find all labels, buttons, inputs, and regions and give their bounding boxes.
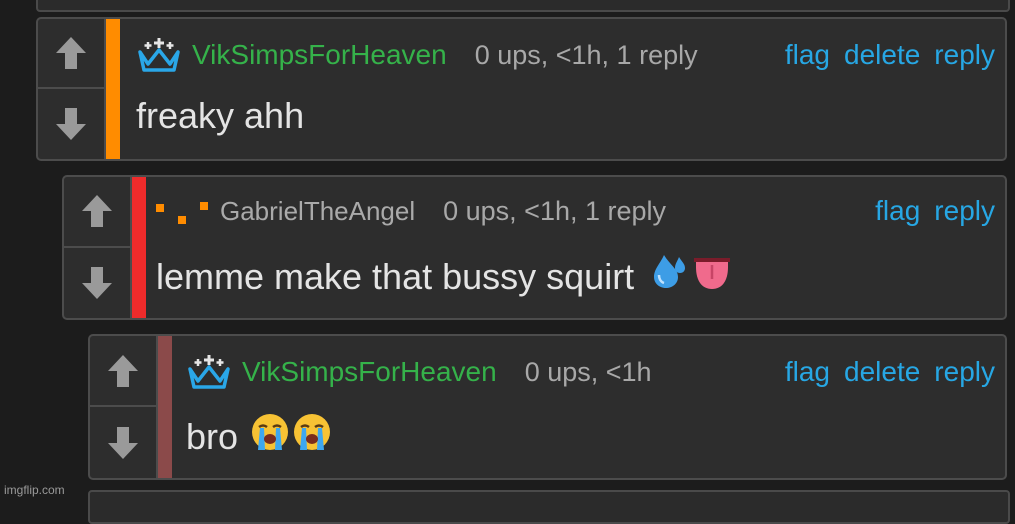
comment-meta: GabrielTheAngel 0 ups, <1h, 1 reply flag…: [156, 189, 995, 233]
tongue-icon: [692, 253, 732, 300]
vote-column: [64, 177, 132, 318]
comment: VikSimpsForHeaven 0 ups, <1h flag delete…: [88, 334, 1007, 480]
arrow-up-icon: [82, 195, 112, 228]
comment-body: bro: [186, 415, 239, 457]
delete-link[interactable]: delete: [844, 356, 920, 388]
thread-depth-bar: [132, 177, 146, 318]
flag-link[interactable]: flag: [785, 39, 830, 71]
sweat-droplets-icon: [648, 253, 688, 300]
comment: VikSimpsForHeaven 0 ups, <1h, 1 reply fl…: [36, 17, 1007, 161]
arrow-up-icon: [108, 354, 138, 387]
vote-column: [90, 336, 158, 478]
username-link[interactable]: VikSimpsForHeaven: [192, 39, 447, 71]
downvote-button[interactable]: [38, 89, 104, 159]
comment-stats: 0 ups, <1h: [524, 356, 652, 387]
username-link[interactable]: GabrielTheAngel: [220, 196, 415, 227]
previous-comment-edge: [36, 0, 1010, 12]
upvote-button[interactable]: [64, 177, 130, 248]
next-comment-edge: [88, 490, 1010, 524]
comment: GabrielTheAngel 0 ups, <1h, 1 reply flag…: [62, 175, 1007, 320]
arrow-down-icon: [56, 108, 86, 140]
flag-link[interactable]: flag: [785, 356, 830, 388]
pixel-dots-icon: [156, 194, 210, 228]
crown-icon: [186, 355, 232, 389]
watermark: imgflip.com: [4, 483, 65, 497]
reply-link[interactable]: reply: [934, 39, 995, 71]
comment-stats: 0 ups, <1h, 1 reply: [474, 39, 698, 70]
thread-depth-bar: [158, 336, 172, 478]
arrow-down-icon: [82, 266, 112, 299]
flag-link[interactable]: flag: [875, 195, 920, 227]
loudly-crying-face-icon: [250, 412, 290, 461]
upvote-button[interactable]: [38, 19, 104, 89]
arrow-up-icon: [56, 37, 86, 69]
vote-column: [38, 19, 106, 159]
crown-icon: [136, 38, 182, 72]
reply-link[interactable]: reply: [934, 356, 995, 388]
comment-meta: VikSimpsForHeaven 0 ups, <1h, 1 reply fl…: [136, 33, 995, 77]
username-link[interactable]: VikSimpsForHeaven: [242, 356, 497, 388]
reply-link[interactable]: reply: [934, 195, 995, 227]
upvote-button[interactable]: [90, 336, 156, 407]
downvote-button[interactable]: [64, 248, 130, 319]
comment-text: freaky ahh: [136, 95, 304, 137]
loudly-crying-face-icon: [292, 412, 332, 461]
delete-link[interactable]: delete: [844, 39, 920, 71]
downvote-button[interactable]: [90, 407, 156, 478]
comment-text: lemme make that bussy squirt: [156, 253, 732, 300]
arrow-down-icon: [108, 426, 138, 459]
comment-meta: VikSimpsForHeaven 0 ups, <1h flag delete…: [186, 350, 995, 394]
comment-body: lemme make that bussy squirt: [156, 255, 635, 297]
comment-stats: 0 ups, <1h, 1 reply: [443, 195, 667, 226]
thread-depth-bar: [106, 19, 120, 159]
comment-text: bro: [186, 412, 332, 461]
comment-body: freaky ahh: [136, 95, 305, 136]
